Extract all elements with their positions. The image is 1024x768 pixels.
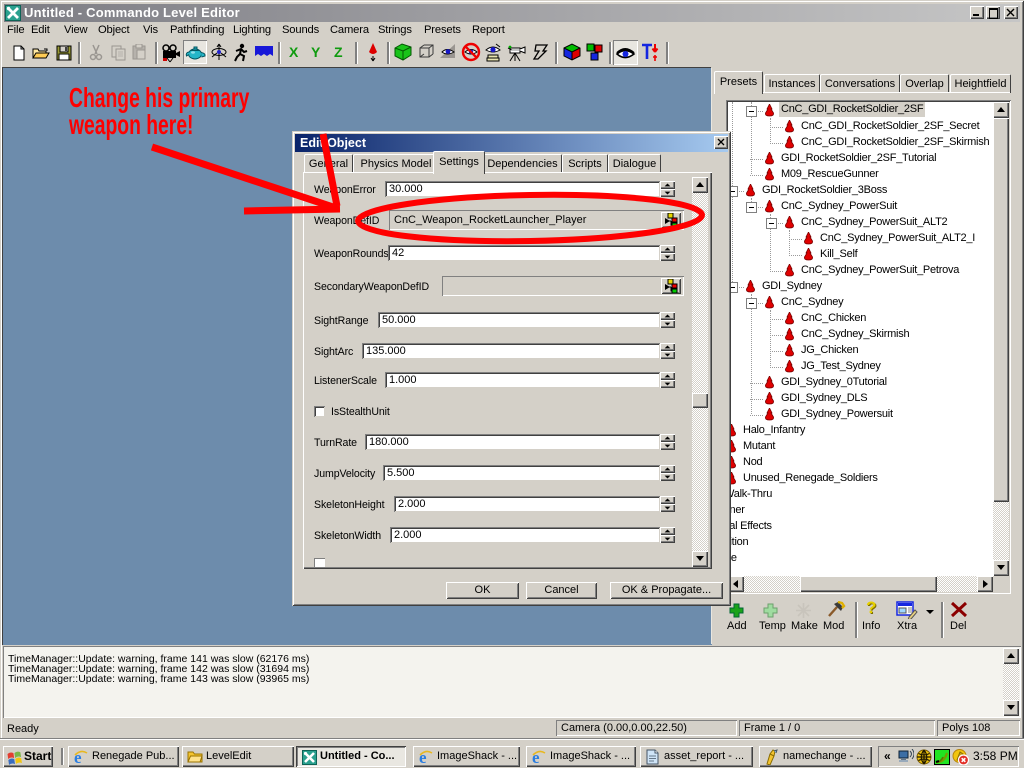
- svg-text:weapon here!: weapon here!: [68, 110, 193, 141]
